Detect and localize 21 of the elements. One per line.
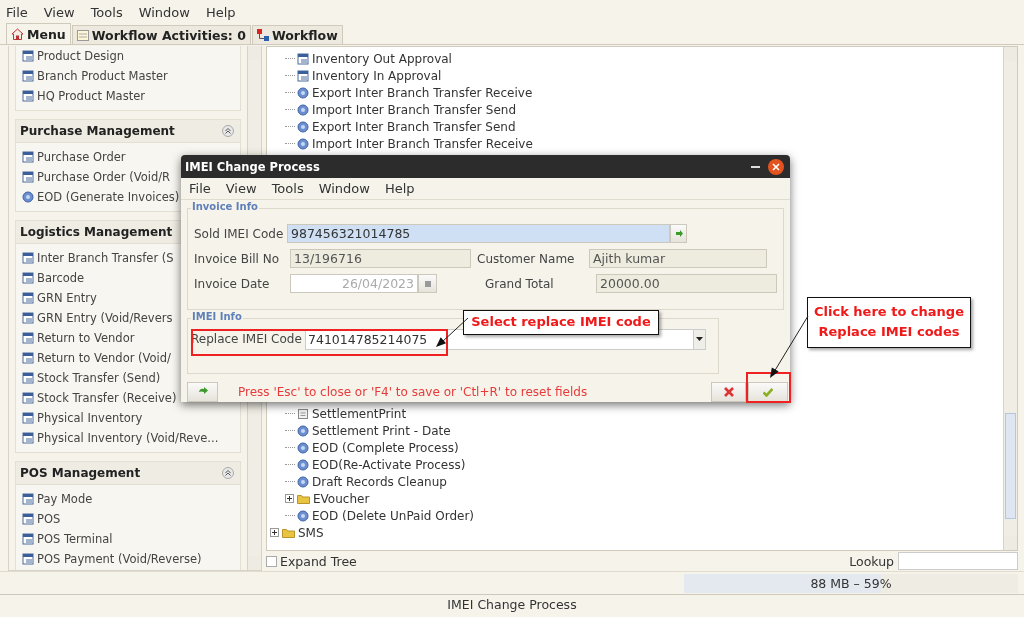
field-label: Invoice Date [194,276,271,291]
callout-label: Click here to change Replace IMEI codes [807,297,971,348]
panel-title: Logistics Management [20,225,173,239]
field-label: Invoice Bill No [194,251,281,266]
input-field: 20000.00 [596,274,777,294]
panel-title: Purchase Management [20,124,175,138]
status-bar: IMEI Change Process [0,594,1024,614]
input-field: 26/04/2023 [290,274,418,294]
memory-text: 88 MB – 59% [810,575,892,591]
field-label: Lookup [849,553,894,569]
field-label: Customer Name [477,251,576,266]
window-title: IMEI Change Process [185,159,320,174]
callout-label: Select replace IMEI code [463,310,659,335]
input-field: 13/196716 [290,249,471,269]
field-label: Grand Total [485,276,555,291]
group-title: Invoice Info [191,201,259,213]
group-title: IMEI Info [191,310,243,322]
input-field: Ajith kumar [589,249,767,269]
panel-title: POS Management [20,466,141,480]
field-label: Sold IMEI Code [194,226,285,241]
hint-text: Press 'Esc' to close or 'F4' to save or 'Ctl+R' to reset fields [237,385,589,399]
